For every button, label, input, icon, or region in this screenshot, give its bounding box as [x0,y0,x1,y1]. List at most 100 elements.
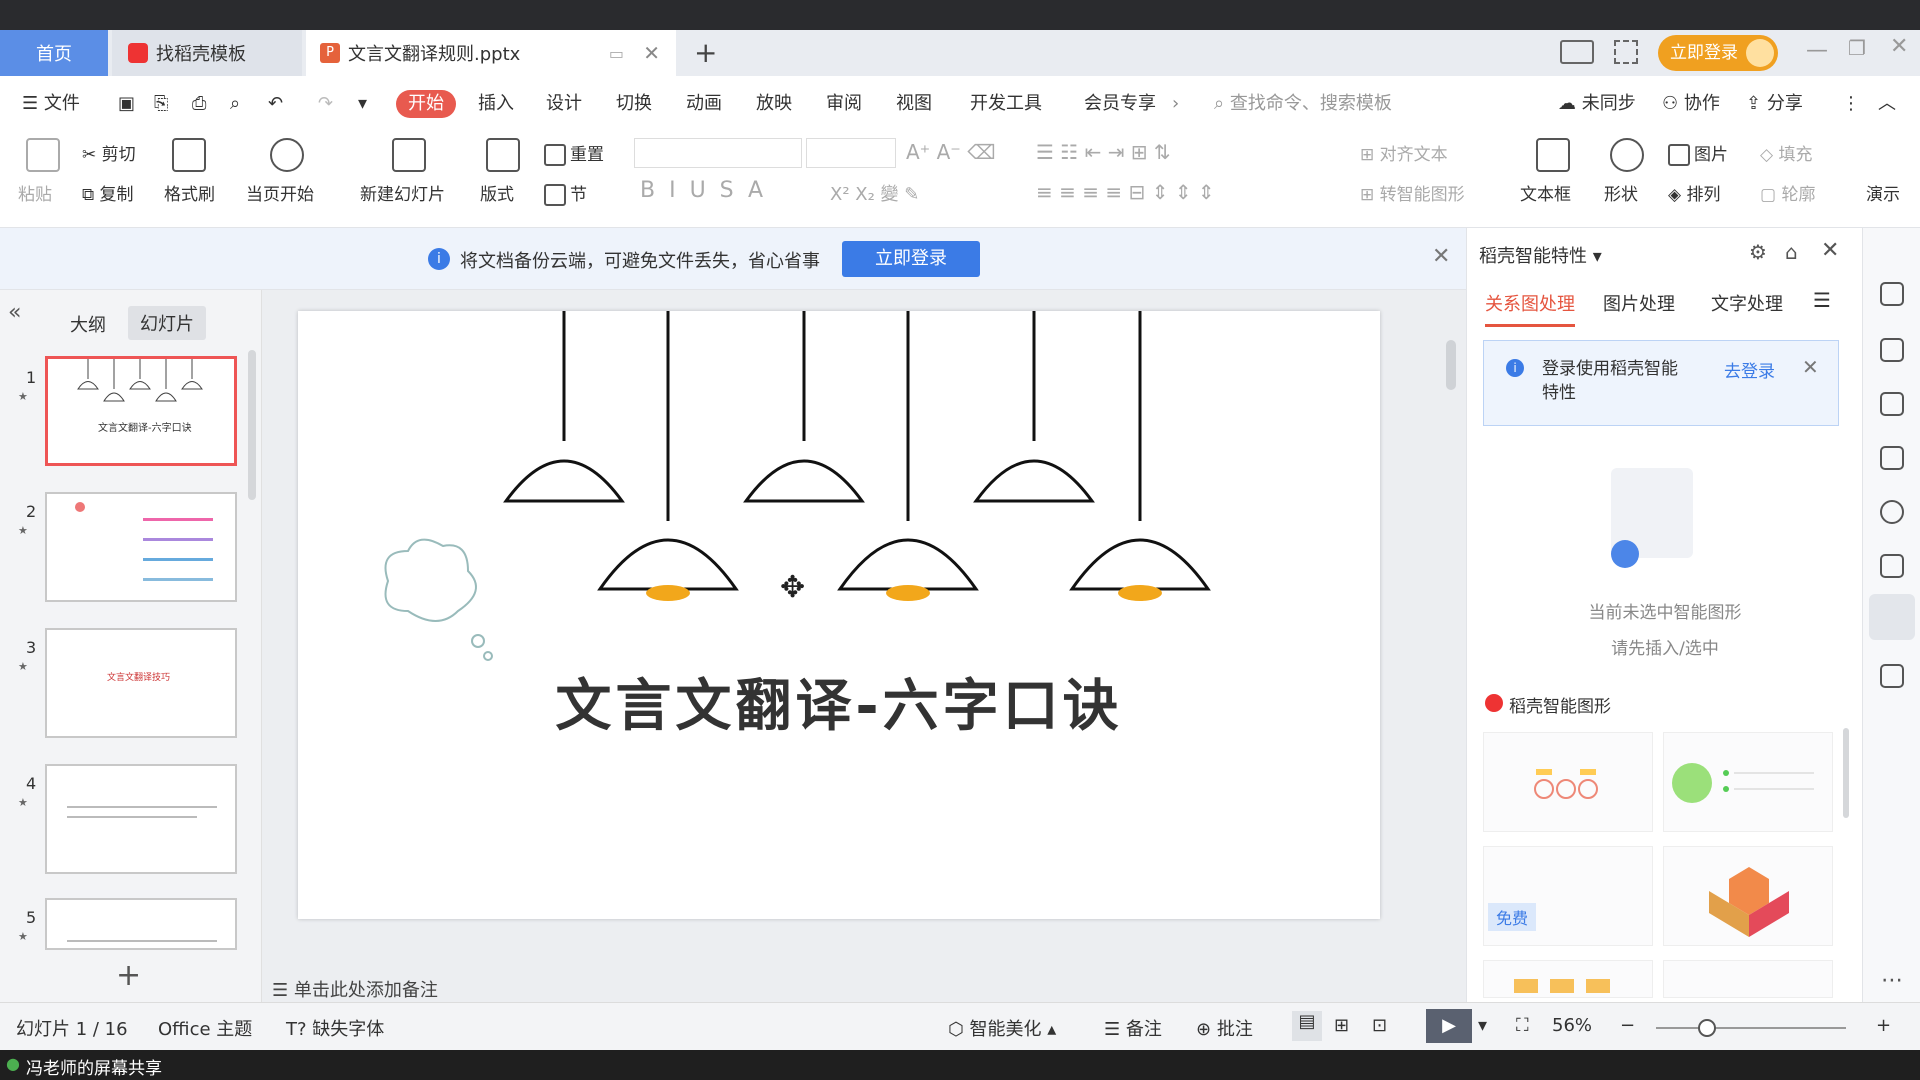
notes-button[interactable]: ☰ 备注 [1104,1015,1162,1041]
collab-button[interactable]: ⚇ 协作 [1662,90,1720,118]
menu-review[interactable]: 审阅 [826,90,862,118]
shape-button[interactable]: 形状 [1604,180,1638,205]
more-options-icon[interactable]: ⋮ [1842,90,1860,118]
align-text-button[interactable]: ⊞ 对齐文本 [1360,140,1448,165]
smart-feature-active-icon[interactable] [1869,594,1915,640]
beautify-button[interactable]: ⬡ 智能美化 ▴ [948,1015,1056,1041]
smart-graphic-card[interactable] [1483,960,1653,998]
cut-button[interactable]: ✂ 剪切 [82,140,136,165]
tab-outline[interactable]: 大纲 [70,311,106,337]
play-from-current-button[interactable]: 当页开始 [246,180,314,205]
font-size-select[interactable] [806,138,896,168]
play-slideshow-button[interactable]: ▶ [1426,1009,1472,1043]
menu-animation[interactable]: 动画 [686,90,722,118]
smart-art-button[interactable]: ⊞ 转智能图形 [1360,180,1465,205]
add-slide-button[interactable]: + [116,958,141,993]
grid-apps-icon[interactable] [1614,40,1638,64]
notice-login-button[interactable]: 立即登录 [842,241,980,277]
list-icons[interactable]: ☰ ☷ ⇤ ⇥ ⊞ ⇅ [1036,140,1171,164]
save-icon[interactable]: ▣ [118,90,135,118]
collapse-panel-icon[interactable]: « [8,300,21,325]
font-grow-shrink-icon[interactable]: A⁺ A⁻ ⌫ [906,140,995,164]
share-button[interactable]: ⇪ 分享 [1746,90,1803,118]
go-login-link[interactable]: 去登录 [1724,357,1775,382]
search-command[interactable]: ⌕ 查找命令、搜索模板 [1214,90,1392,118]
font-style-buttons[interactable]: BIUSA [640,178,777,203]
menu-icon[interactable]: ☰ [1813,288,1831,312]
quick-access-dropdown-icon[interactable]: ▾ [358,90,367,118]
slide-thumbnail-2[interactable] [45,492,237,602]
tab-relation-graph[interactable]: 关系图处理 [1485,290,1575,327]
menu-more-chevron-icon[interactable]: › [1172,90,1179,118]
menu-start[interactable]: 开始 [396,90,456,118]
slide-thumbnail-1[interactable]: 文言文翻译-六字口诀 [45,356,237,466]
collapse-ribbon-icon[interactable]: ︿ [1878,90,1896,118]
textbox-button[interactable]: 文本框 [1520,180,1571,205]
minimize-icon[interactable]: — [1806,38,1828,63]
theme-name[interactable]: Office 主题 [158,1015,252,1041]
outline-button[interactable]: ▢ 轮廓 [1760,180,1815,205]
smart-graphic-card[interactable] [1483,732,1653,832]
adjust-icon[interactable] [1880,338,1904,362]
tab-home[interactable]: 首页 [0,30,108,76]
thumbnail-scrollbar[interactable] [248,350,256,500]
more-horizontal-icon[interactable]: ⋯ [1881,968,1903,993]
copy-button[interactable]: ⧉ 复制 [82,180,134,205]
new-tab-button[interactable]: + [694,36,717,69]
reading-view-icon[interactable]: ⊡ [1372,1015,1387,1036]
arrange-button[interactable]: ◈ 排列 [1668,180,1720,205]
slide-thumbnail-4[interactable] [45,764,237,874]
switch-icon[interactable] [1880,446,1904,470]
reset-button[interactable]: 重置 [544,140,604,166]
sorter-view-icon[interactable]: ⊞ [1334,1015,1349,1036]
picture-button[interactable]: 图片 [1668,140,1728,166]
smart-graphic-card[interactable]: 免费 [1483,846,1653,946]
smart-graphic-card[interactable] [1663,960,1833,998]
zoom-level[interactable]: 56% [1552,1015,1592,1036]
gear-icon[interactable]: ⚙ [1749,240,1767,264]
zoom-out-button[interactable]: − [1620,1015,1635,1036]
section-button[interactable]: 节 [544,180,587,206]
restore-icon[interactable]: ❐ [1848,36,1866,60]
zoom-in-button[interactable]: + [1876,1015,1891,1036]
superscript-subscript-icon[interactable]: X² X₂ 變 ✎ [830,180,919,206]
play-dropdown-icon[interactable]: ▾ [1478,1015,1487,1036]
demo-button[interactable]: 演示 [1866,180,1900,205]
tab-slides[interactable]: 幻灯片 [128,306,206,340]
menu-transition[interactable]: 切换 [616,90,652,118]
tab-document[interactable]: P 文言文翻译规则.pptx ▭ ✕ [306,30,676,76]
slide-thumbnail-5[interactable] [45,898,237,950]
login-button[interactable]: 立即登录 [1658,35,1778,71]
close-notice-icon[interactable]: ✕ [1432,244,1450,269]
zoom-slider[interactable] [1656,1027,1846,1029]
panel-header[interactable]: 稻壳智能特性 ▾ [1479,242,1602,268]
monitor-icon[interactable]: ▭ [609,44,624,63]
menu-member[interactable]: 会员专享 [1084,90,1156,118]
menu-insert[interactable]: 插入 [478,90,514,118]
close-window-icon[interactable]: ✕ [1890,34,1908,59]
export-icon[interactable]: ⎘ [154,90,168,118]
layout-button[interactable]: 版式 [480,180,514,205]
paste-button[interactable]: 粘贴 [18,180,52,205]
tab-template[interactable]: 找稻壳模板 [112,30,302,76]
book-search-icon[interactable] [1880,664,1904,688]
sync-status[interactable]: ☁ 未同步 [1558,90,1636,118]
print-icon[interactable]: ⎙ [192,90,206,118]
rocket-icon[interactable] [1880,282,1904,306]
close-panel-icon[interactable]: ✕ [1821,238,1839,263]
file-menu[interactable]: ☰ 文件 [22,90,80,118]
preview-icon[interactable]: ⌕ [230,90,240,118]
new-slide-button[interactable]: 新建幻灯片 [360,180,445,205]
fit-window-icon[interactable]: ⛶ [1516,1015,1529,1036]
backup-icon[interactable] [1880,554,1904,578]
pin-icon[interactable]: ⌂ [1785,240,1798,264]
canvas-scrollbar[interactable] [1446,340,1456,390]
menu-view[interactable]: 视图 [896,90,932,118]
layout-icon[interactable] [1560,40,1594,64]
smart-graphic-card[interactable] [1663,846,1833,946]
slide-canvas[interactable]: 文言文翻译-六字口诀 [298,311,1380,919]
notes-area[interactable]: ☰ 单击此处添加备注 [272,976,1072,1002]
format-painter-button[interactable]: 格式刷 [164,180,215,205]
normal-view-icon[interactable]: ▤ [1292,1011,1322,1041]
paragraph-align-icons[interactable]: ≡ ≡ ≡ ≡ ⊟ ⇕ ⇕ ⇕ [1036,180,1215,204]
